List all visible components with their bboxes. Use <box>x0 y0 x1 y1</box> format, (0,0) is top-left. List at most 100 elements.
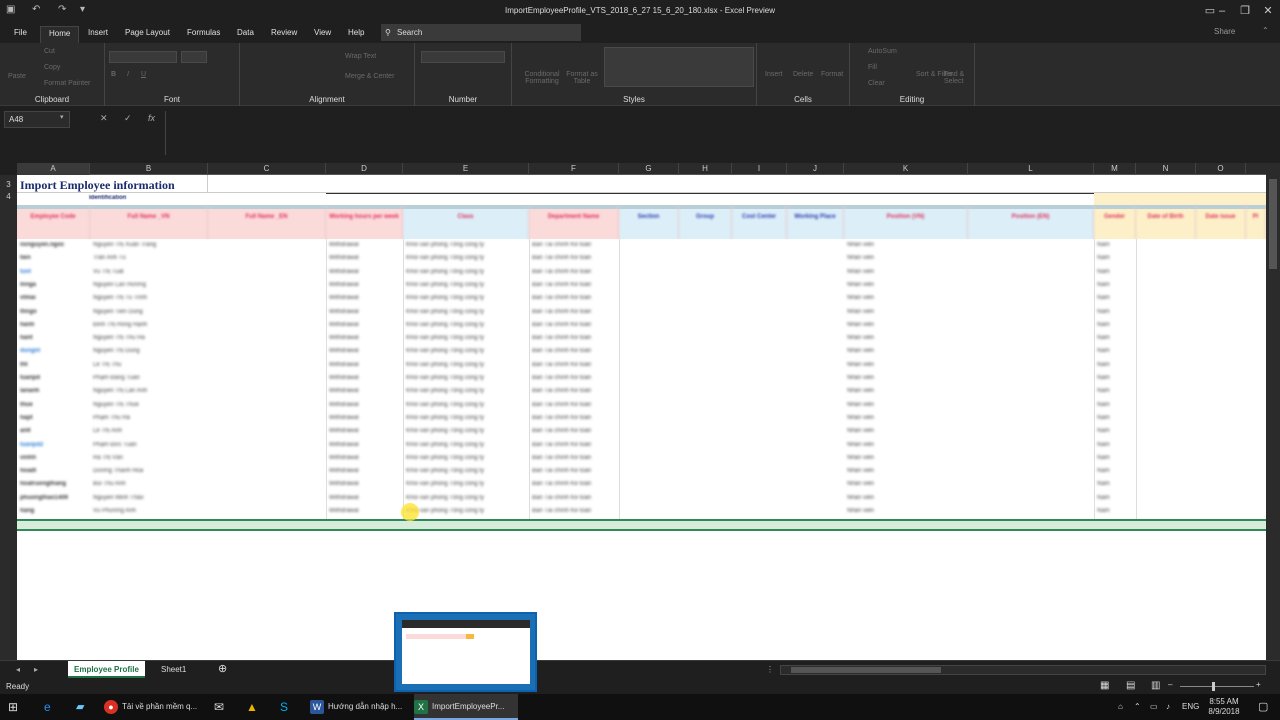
table-cell[interactable]: Khối văn phòng Tổng công ty <box>406 322 484 328</box>
column-header-k[interactable]: K <box>844 163 968 175</box>
zoom-slider-thumb[interactable] <box>1212 682 1215 691</box>
table-cell[interactable]: Ban Tài chính Kế toán <box>532 269 591 275</box>
name-box-dropdown-icon[interactable]: ▾ <box>60 113 64 121</box>
table-cell[interactable]: Lê Thị Thu <box>93 362 121 368</box>
column-header-e[interactable]: E <box>403 163 529 175</box>
table-cell[interactable]: hang <box>20 508 34 514</box>
column-header-g[interactable]: G <box>619 163 679 175</box>
table-cell[interactable]: Lê Thị Ánh <box>93 428 122 434</box>
table-cell[interactable]: Withdrawal <box>329 269 359 275</box>
minimize-button[interactable]: – <box>1210 2 1234 20</box>
table-cell[interactable]: Bùi Thu Anh <box>93 481 126 487</box>
table-cell[interactable]: Nhân viên <box>847 242 874 248</box>
tab-page-layout[interactable]: Page Layout <box>117 26 178 43</box>
format-cells-button[interactable]: Format <box>821 71 843 78</box>
table-cell[interactable]: Khối văn phòng Tổng công ty <box>406 375 484 381</box>
column-header-j[interactable]: J <box>787 163 844 175</box>
search-box[interactable]: ⚲ Search <box>381 24 581 41</box>
column-header-a[interactable]: A <box>17 163 90 175</box>
column-header-o[interactable]: O <box>1196 163 1246 175</box>
table-cell[interactable]: Khối văn phòng Tổng công ty <box>406 309 484 315</box>
taskbar-word[interactable]: W Hướng dẫn nhập h... <box>310 694 410 720</box>
table-cell[interactable]: Nhân viên <box>847 282 874 288</box>
table-cell[interactable]: Nguyễn Lan Hương <box>93 282 146 288</box>
table-cell[interactable]: Ban Tài chính Kế toán <box>532 242 591 248</box>
tab-help[interactable]: Help <box>340 26 372 43</box>
table-cell[interactable]: Nguyễn Thị Dung <box>93 348 140 354</box>
formula-input[interactable] <box>165 111 1275 155</box>
skype-icon[interactable]: S <box>280 694 288 720</box>
table-cell[interactable]: Withdrawal <box>329 442 359 448</box>
table-cell[interactable]: Khối văn phòng Tổng công ty <box>406 242 484 248</box>
sheet-tab-employee-profile[interactable]: Employee Profile <box>68 661 145 678</box>
table-cell[interactable]: Withdrawal <box>329 322 359 328</box>
tab-insert[interactable]: Insert <box>80 26 116 43</box>
table-cell[interactable]: Khối văn phòng Tổng công ty <box>406 282 484 288</box>
table-cell[interactable]: Nam <box>1097 282 1110 288</box>
table-cell[interactable]: Nhân viên <box>847 362 874 368</box>
table-cell[interactable]: Ban Tài chính Kế toán <box>532 415 591 421</box>
table-cell[interactable]: Withdrawal <box>329 388 359 394</box>
zoom-slider[interactable] <box>1180 686 1254 687</box>
vertical-scrollbar[interactable] <box>1266 163 1280 660</box>
table-cell[interactable]: Ban Tài chính Kế toán <box>532 348 591 354</box>
format-as-table-button[interactable]: Format as Table <box>564 71 600 85</box>
delete-cells-button[interactable]: Delete <box>793 71 813 78</box>
table-cell[interactable]: Ban Tài chính Kế toán <box>532 282 591 288</box>
table-cell[interactable]: Phạm Đức Tuấn <box>93 442 137 448</box>
next-sheet-icon[interactable]: ▸ <box>28 661 44 678</box>
merge-center-button[interactable]: Merge & Center <box>345 73 394 80</box>
enter-icon[interactable]: ✓ <box>124 113 132 124</box>
table-cell[interactable]: phuongthao1409 <box>20 495 68 501</box>
table-cell[interactable]: hapt <box>20 415 33 421</box>
table-cell[interactable]: Nhân viên <box>847 495 874 501</box>
column-header-h[interactable]: H <box>679 163 732 175</box>
tab-review[interactable]: Review <box>263 26 305 43</box>
tab-file[interactable]: File <box>6 26 35 43</box>
table-cell[interactable]: Nam <box>1097 442 1110 448</box>
horizontal-scrollbar[interactable] <box>780 665 1266 675</box>
table-cell[interactable]: Nhân viên <box>847 402 874 408</box>
table-cell[interactable]: Khối văn phòng Tổng công ty <box>406 402 484 408</box>
table-cell[interactable]: Withdrawal <box>329 282 359 288</box>
table-cell[interactable]: Nam <box>1097 481 1110 487</box>
table-cell[interactable]: Nam <box>1097 508 1110 514</box>
close-button[interactable]: ✕ <box>1256 2 1280 20</box>
table-cell[interactable]: Nguyễn Thị Xuân Trang <box>93 242 156 248</box>
table-cell[interactable]: Nguyễn Thị Thuế <box>93 402 139 408</box>
find-select-button[interactable]: Find & Select <box>944 71 974 85</box>
horizontal-scroll-thumb[interactable] <box>791 667 941 673</box>
table-cell[interactable]: Khối văn phòng Tổng công ty <box>406 428 484 434</box>
table-cell[interactable]: Vũ Thị Tuất <box>93 269 124 275</box>
cut-button[interactable]: Cut <box>44 48 55 55</box>
copy-button[interactable]: Copy <box>44 64 60 71</box>
paste-button[interactable]: Paste <box>8 73 26 80</box>
table-cell[interactable]: thngo <box>20 309 37 315</box>
autosum-button[interactable]: AutoSum <box>868 48 897 55</box>
table-cell[interactable]: Withdrawal <box>329 335 359 341</box>
table-cell[interactable]: Nhân viên <box>847 481 874 487</box>
table-cell[interactable]: Nhân viên <box>847 375 874 381</box>
table-cell[interactable]: Nam <box>1097 455 1110 461</box>
tab-home[interactable]: Home <box>40 26 80 43</box>
table-cell[interactable]: Nam <box>1097 309 1110 315</box>
table-cell[interactable]: Khối văn phòng Tổng công ty <box>406 362 484 368</box>
table-cell[interactable]: Nhân viên <box>847 442 874 448</box>
language-indicator[interactable]: ENG <box>1182 694 1199 720</box>
mail-icon[interactable]: ✉ <box>214 694 224 720</box>
chevron-up-icon[interactable]: ⌃ <box>1134 694 1141 720</box>
table-cell[interactable]: Ban Tài chính Kế toán <box>532 468 591 474</box>
app-icon[interactable]: ▲ <box>246 694 258 720</box>
cancel-icon[interactable]: ✕ <box>100 113 108 124</box>
table-cell[interactable]: Nam <box>1097 375 1110 381</box>
table-cell[interactable]: Phạm Đăng Tuấn <box>93 375 140 381</box>
table-cell[interactable]: Withdrawal <box>329 348 359 354</box>
table-cell[interactable]: Nam <box>1097 335 1110 341</box>
table-cell[interactable]: nxnguyen.ngoc <box>20 242 64 248</box>
table-cell[interactable]: vtmai <box>20 295 36 301</box>
table-cell[interactable]: Withdrawal <box>329 415 359 421</box>
table-cell[interactable]: Nguyễn Minh Thảo <box>93 495 144 501</box>
ribbon-options-icon[interactable]: ⌃ <box>1262 26 1269 35</box>
selected-row[interactable] <box>17 519 1266 531</box>
table-cell[interactable]: tht <box>20 362 28 368</box>
